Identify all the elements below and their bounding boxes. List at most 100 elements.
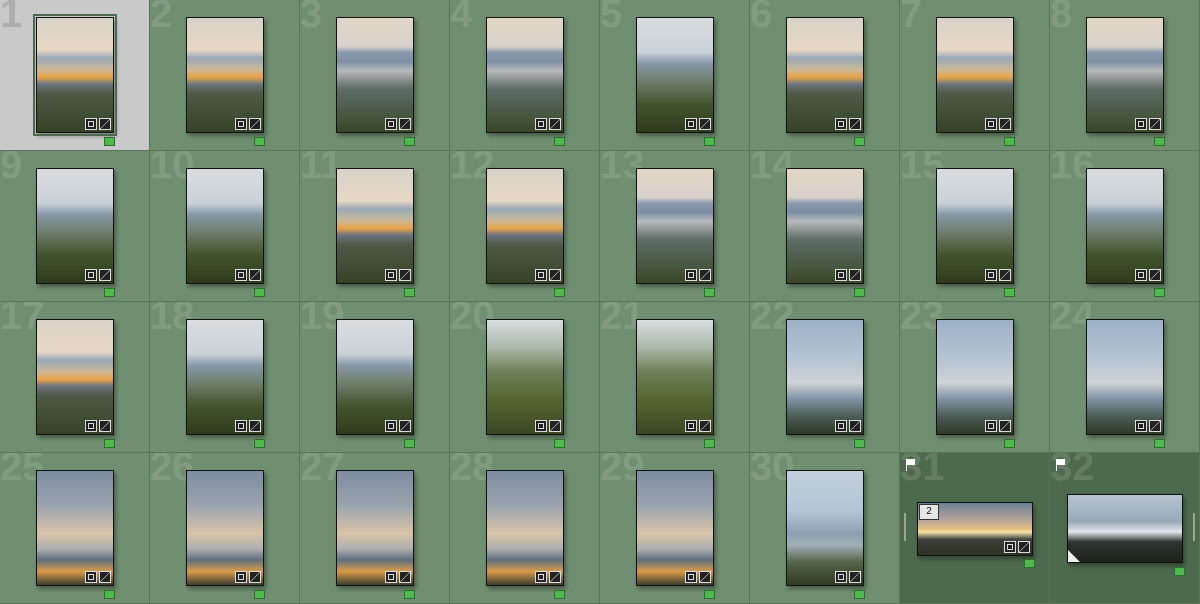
grid-cell[interactable]: 31 2 [900, 453, 1050, 604]
grid-cell[interactable]: 4 [450, 0, 600, 151]
color-label-green[interactable] [554, 137, 565, 146]
color-label-green[interactable] [254, 288, 265, 297]
grid-cell[interactable]: 17 [0, 302, 150, 453]
photo-thumbnail[interactable] [1067, 494, 1183, 563]
color-label-green[interactable] [854, 137, 865, 146]
grid-cell[interactable]: 22 [750, 302, 900, 453]
color-label-green[interactable] [1154, 137, 1165, 146]
develop-settings-icon[interactable] [249, 571, 261, 583]
photo-thumbnail[interactable] [936, 168, 1014, 284]
photo-thumbnail[interactable] [936, 17, 1014, 133]
photo-thumbnail[interactable] [336, 470, 414, 586]
develop-settings-icon[interactable] [549, 420, 561, 432]
develop-settings-icon[interactable] [849, 420, 861, 432]
grid-cell[interactable]: 24 [1050, 302, 1200, 453]
photo-thumbnail[interactable] [36, 168, 114, 284]
develop-settings-icon[interactable] [249, 269, 261, 281]
develop-settings-icon[interactable] [99, 269, 111, 281]
grid-cell[interactable]: 6 [750, 0, 900, 151]
grid-cell[interactable]: 30 [750, 453, 900, 604]
develop-settings-icon[interactable] [999, 269, 1011, 281]
color-label-green[interactable] [854, 590, 865, 599]
crop-icon[interactable] [535, 118, 547, 130]
grid-cell[interactable]: 26 [150, 453, 300, 604]
color-label-green[interactable] [704, 288, 715, 297]
color-label-green[interactable] [1154, 439, 1165, 448]
grid-cell[interactable]: 9 [0, 151, 150, 302]
grid-cell[interactable]: 32 [1050, 453, 1200, 604]
grid-cell[interactable]: 2 [150, 0, 300, 151]
develop-settings-icon[interactable] [399, 571, 411, 583]
photo-thumbnail[interactable] [336, 17, 414, 133]
crop-icon[interactable] [835, 269, 847, 281]
crop-icon[interactable] [385, 118, 397, 130]
grid-cell[interactable]: 8 [1050, 0, 1200, 151]
develop-settings-icon[interactable] [549, 118, 561, 130]
crop-icon[interactable] [385, 571, 397, 583]
photo-thumbnail[interactable] [486, 17, 564, 133]
develop-settings-icon[interactable] [549, 571, 561, 583]
develop-settings-icon[interactable] [99, 118, 111, 130]
develop-settings-icon[interactable] [699, 118, 711, 130]
photo-thumbnail[interactable] [186, 17, 264, 133]
crop-icon[interactable] [235, 420, 247, 432]
crop-icon[interactable] [835, 571, 847, 583]
photo-thumbnail[interactable] [336, 168, 414, 284]
crop-icon[interactable] [685, 118, 697, 130]
photo-thumbnail[interactable] [186, 168, 264, 284]
color-label-green[interactable] [104, 137, 115, 146]
crop-icon[interactable] [1004, 541, 1016, 553]
color-label-green[interactable] [704, 137, 715, 146]
color-label-green[interactable] [104, 288, 115, 297]
grid-cell[interactable]: 15 [900, 151, 1050, 302]
grid-cell[interactable]: 25 [0, 453, 150, 604]
crop-icon[interactable] [1135, 420, 1147, 432]
grid-cell[interactable]: 3 [300, 0, 450, 151]
color-label-green[interactable] [254, 439, 265, 448]
grid-cell[interactable]: 27 [300, 453, 450, 604]
color-label-green[interactable] [704, 439, 715, 448]
develop-settings-icon[interactable] [699, 571, 711, 583]
develop-settings-icon[interactable] [849, 269, 861, 281]
develop-settings-icon[interactable] [99, 571, 111, 583]
crop-icon[interactable] [685, 269, 697, 281]
color-label-green[interactable] [254, 137, 265, 146]
grid-cell[interactable]: 19 [300, 302, 450, 453]
grid-cell[interactable]: 14 [750, 151, 900, 302]
pick-flag-icon[interactable] [1056, 459, 1066, 471]
photo-thumbnail[interactable] [636, 17, 714, 133]
photo-thumbnail[interactable] [486, 470, 564, 586]
crop-icon[interactable] [835, 420, 847, 432]
develop-settings-icon[interactable] [249, 420, 261, 432]
grid-cell[interactable]: 18 [150, 302, 300, 453]
develop-settings-icon[interactable] [1149, 420, 1161, 432]
develop-settings-icon[interactable] [99, 420, 111, 432]
photo-thumbnail[interactable] [36, 470, 114, 586]
photo-thumbnail[interactable] [1086, 319, 1164, 435]
grid-cell[interactable]: 13 [600, 151, 750, 302]
color-label-green[interactable] [104, 590, 115, 599]
crop-icon[interactable] [535, 269, 547, 281]
crop-icon[interactable] [535, 420, 547, 432]
crop-icon[interactable] [985, 420, 997, 432]
photo-thumbnail[interactable] [636, 319, 714, 435]
color-label-green[interactable] [554, 439, 565, 448]
grid-cell[interactable]: 20 [450, 302, 600, 453]
color-label-green[interactable] [1004, 439, 1015, 448]
develop-settings-icon[interactable] [999, 118, 1011, 130]
color-label-green[interactable] [1004, 288, 1015, 297]
color-label-green[interactable] [1024, 559, 1035, 568]
grid-cell[interactable]: 28 [450, 453, 600, 604]
develop-settings-icon[interactable] [249, 118, 261, 130]
crop-icon[interactable] [85, 118, 97, 130]
develop-settings-icon[interactable] [549, 269, 561, 281]
color-label-green[interactable] [404, 288, 415, 297]
color-label-green[interactable] [104, 439, 115, 448]
color-label-green[interactable] [554, 288, 565, 297]
develop-settings-icon[interactable] [699, 269, 711, 281]
crop-icon[interactable] [385, 269, 397, 281]
crop-icon[interactable] [235, 571, 247, 583]
develop-settings-icon[interactable] [1018, 541, 1030, 553]
photo-thumbnail[interactable] [486, 319, 564, 435]
grid-cell[interactable]: 12 [450, 151, 600, 302]
